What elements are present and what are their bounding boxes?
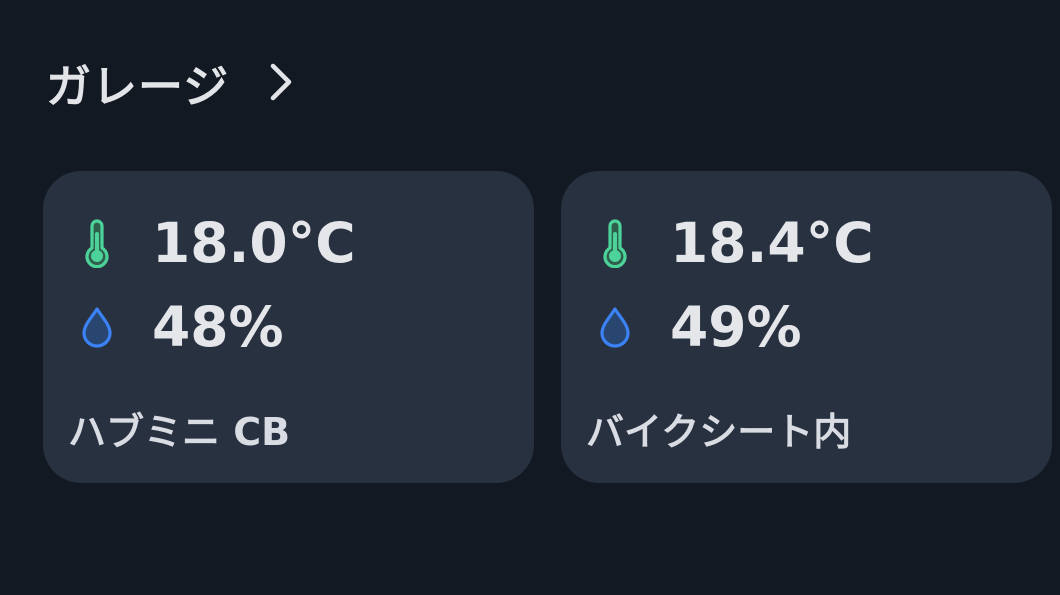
water-drop-icon [597, 301, 633, 353]
sensor-card[interactable]: 18.0°C 48% ハブミニ CB [43, 171, 534, 483]
thermometer-icon [79, 217, 115, 269]
device-name: バイクシート内 [586, 410, 852, 454]
temperature-row: 18.0°C [79, 211, 356, 275]
section-header-garage[interactable]: ガレージ [46, 52, 295, 113]
sensor-card-list: 18.0°C 48% ハブミニ CB 18.4°C 49% バイクシート内 [43, 171, 1052, 483]
section-title: ガレージ [46, 59, 230, 113]
temperature-value: 18.0°C [152, 211, 356, 275]
temperature-row: 18.4°C [597, 211, 874, 275]
humidity-value: 48% [152, 295, 284, 359]
water-drop-icon [79, 301, 115, 353]
humidity-row: 49% [597, 295, 802, 359]
temperature-value: 18.4°C [670, 211, 874, 275]
humidity-row: 48% [79, 295, 284, 359]
sensor-card[interactable]: 18.4°C 49% バイクシート内 [561, 171, 1052, 483]
humidity-value: 49% [670, 295, 802, 359]
chevron-right-icon[interactable] [267, 62, 295, 102]
thermometer-icon [597, 217, 633, 269]
device-name: ハブミニ CB [68, 410, 291, 454]
